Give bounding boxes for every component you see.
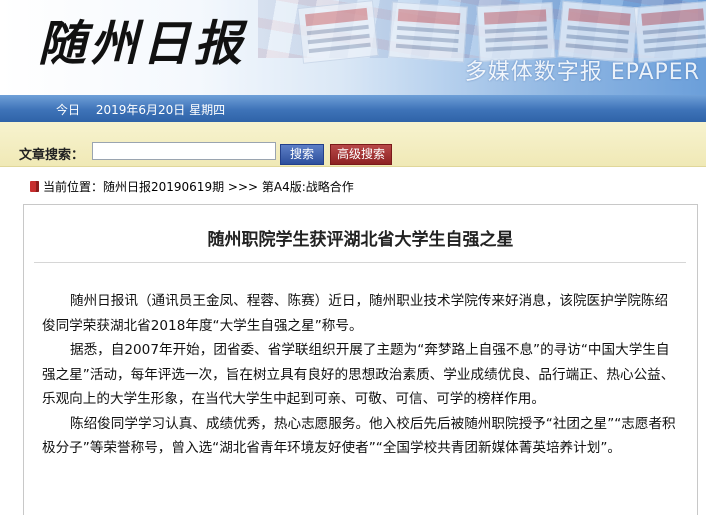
- site-slogan: 多媒体数字报 EPAPER: [464, 60, 700, 85]
- newspaper-thumbnail: [476, 2, 556, 62]
- newspaper-thumbnail: [297, 0, 379, 64]
- location-marker-icon: [30, 181, 39, 192]
- advanced-search-button[interactable]: 高级搜索: [330, 144, 392, 165]
- date-bar: 今日 2019年6月20日 星期四: [0, 95, 706, 122]
- breadcrumb: 当前位置：随州日报20190619期 >>> 第A4版:战略合作: [30, 178, 354, 195]
- site-logo[interactable]: 随州日报: [38, 14, 246, 74]
- article-panel: 随州职院学生获评湖北省大学生自强之星 随州日报讯（通讯员王金凤、程蓉、陈赛）近日…: [23, 204, 698, 515]
- article-paragraph: 随州日报讯（通讯员王金凤、程蓉、陈赛）近日，随州职业技术学院传来好消息，该院医护…: [42, 293, 669, 334]
- newspaper-thumbnail: [388, 1, 468, 63]
- search-input[interactable]: [92, 142, 276, 160]
- article-title: 随州职院学生获评湖北省大学生自强之星: [207, 230, 514, 250]
- search-bar: 文章搜索： 搜索 高级搜索: [0, 122, 706, 167]
- masthead-banner: 随州日报 多媒体数字报 EPAPER: [0, 0, 706, 95]
- search-button[interactable]: 搜索: [280, 144, 324, 165]
- breadcrumb-text[interactable]: 当前位置：随州日报20190619期 >>> 第A4版:战略合作: [43, 180, 354, 194]
- article-paragraph: 据悉，自2007年开始，团省委、省学联组织开展了主题为“奔梦路上自强不息”的寻访…: [42, 342, 675, 407]
- search-label: 文章搜索：: [19, 148, 85, 163]
- current-date: 今日 2019年6月20日 星期四: [56, 103, 226, 117]
- article-body: 随州日报讯（通讯员王金凤、程蓉、陈赛）近日，随州职业技术学院传来好消息，该院医护…: [42, 289, 680, 461]
- article-paragraph: 陈绍俊同学学习认真、成绩优秀，热心志愿服务。他入校后先后被随州职院授予“社团之星…: [42, 415, 676, 457]
- title-divider: [34, 262, 686, 263]
